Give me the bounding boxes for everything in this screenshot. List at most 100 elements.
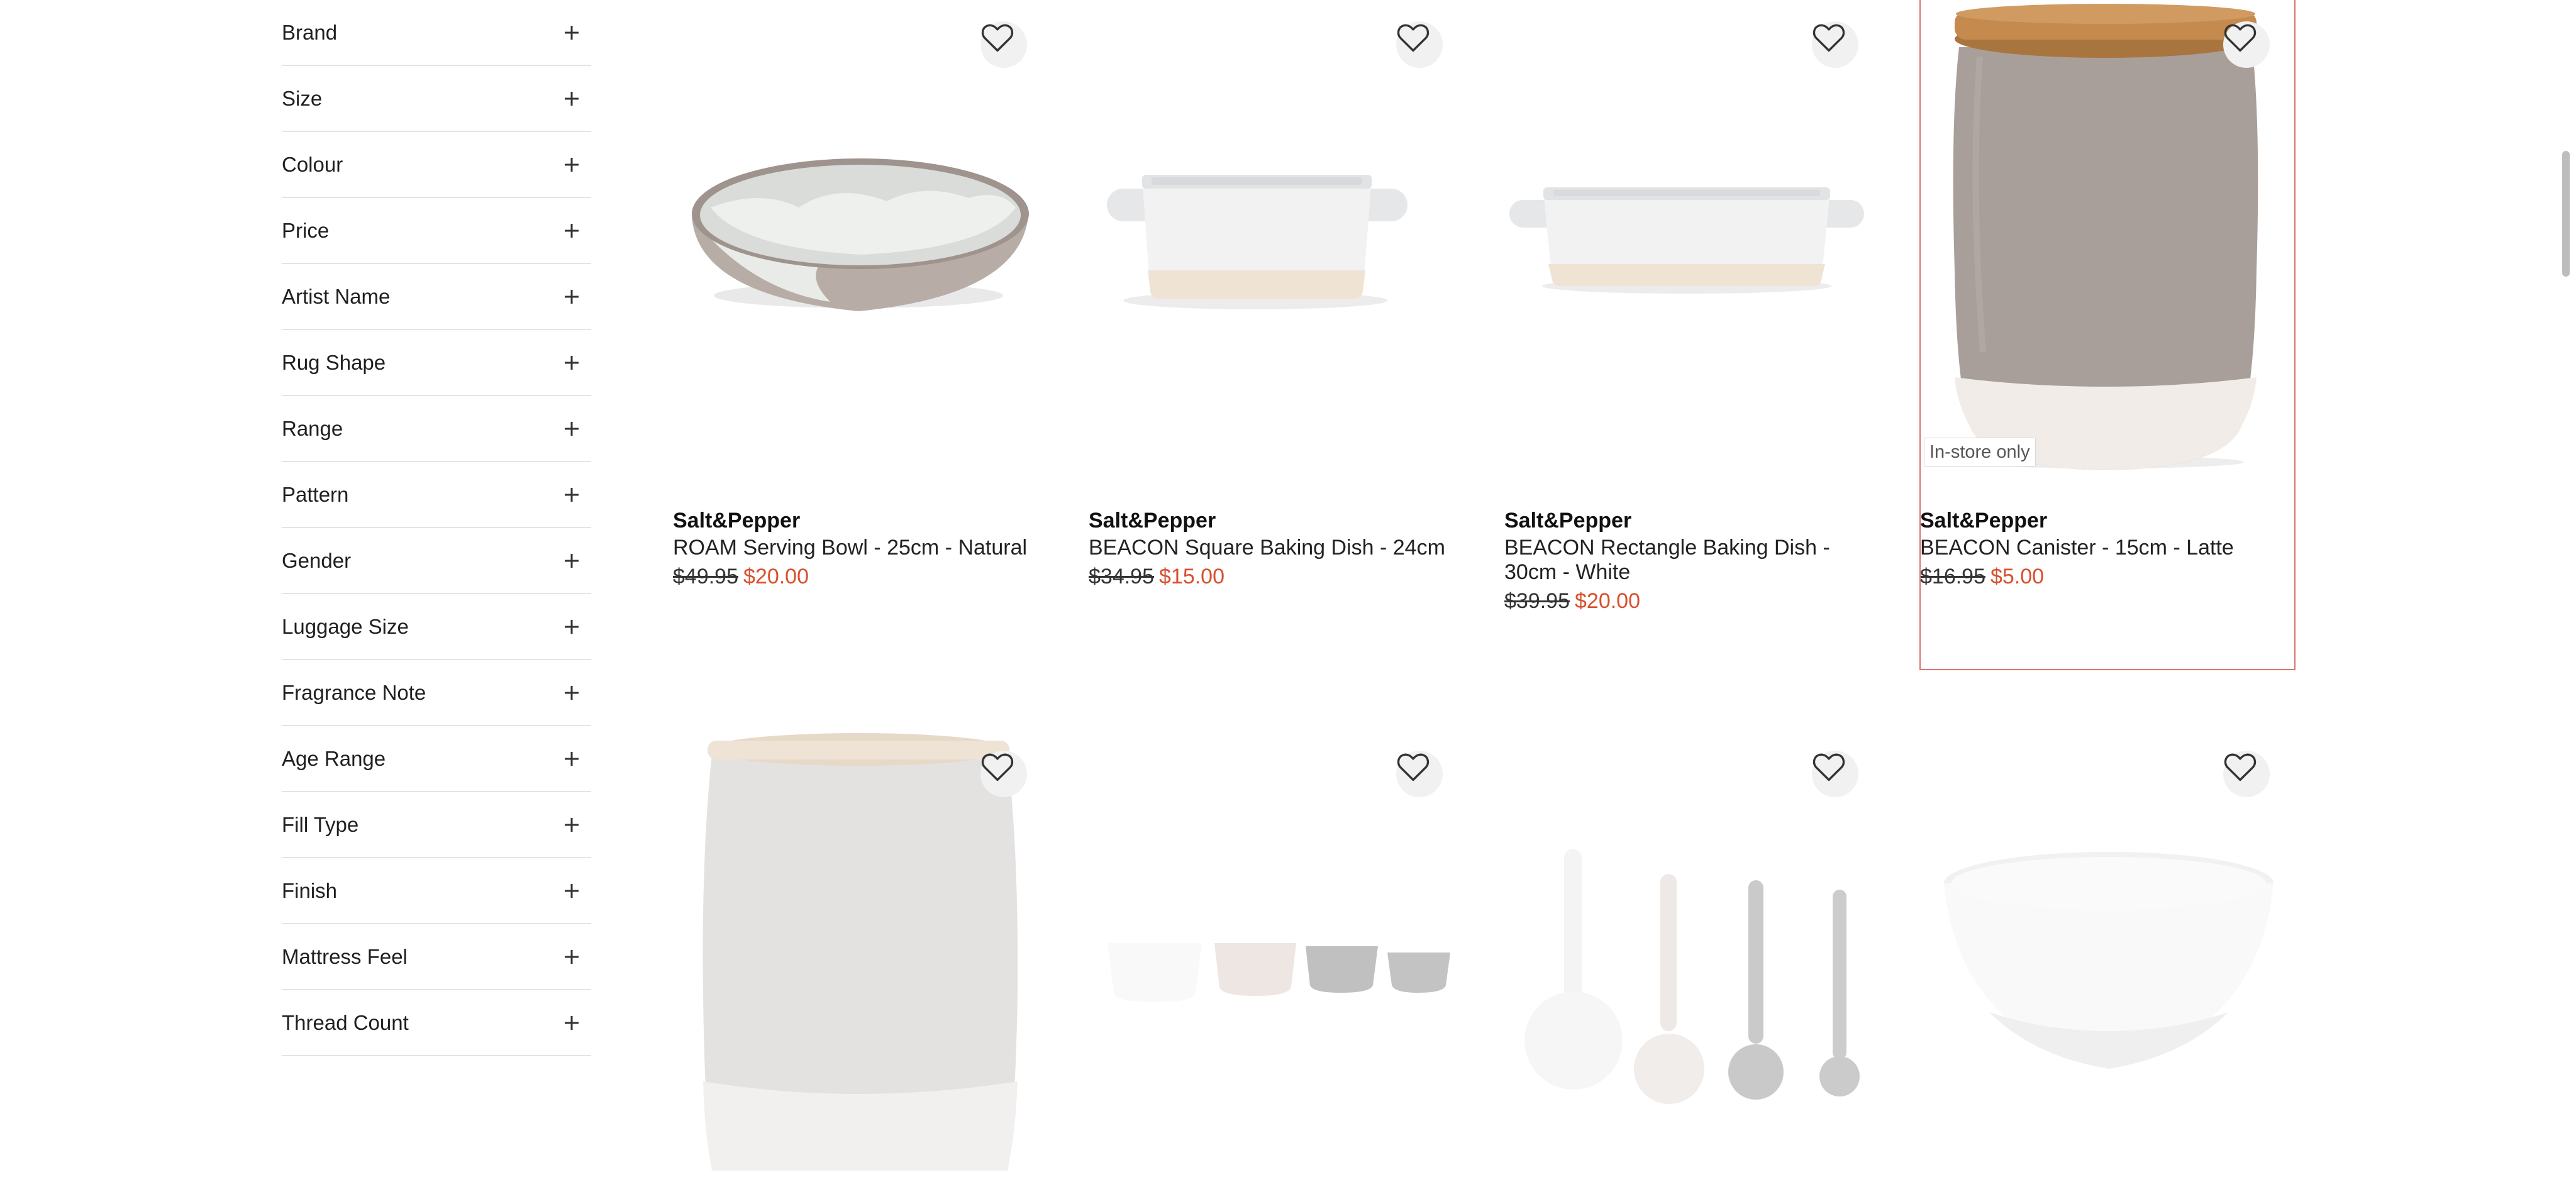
plus-icon: [564, 25, 580, 41]
filter-thread-count[interactable]: Thread Count: [282, 990, 591, 1056]
plus-icon: [564, 1015, 580, 1031]
product-info: Salt&Pepper ROAM Serving Bowl - 25cm - N…: [673, 508, 1044, 589]
filter-size[interactable]: Size: [282, 66, 591, 132]
heart-icon: [2224, 24, 2257, 52]
plus-icon: [564, 685, 580, 701]
filter-label: Gender: [282, 548, 352, 572]
sale-price: $5.00: [1990, 565, 2045, 588]
serving-bowl-image: [692, 158, 1029, 311]
filter-pattern[interactable]: Pattern: [282, 462, 591, 528]
filter-brand[interactable]: Brand: [282, 0, 591, 66]
filter-label: Mattress Feel: [282, 944, 408, 968]
filter-label: Artist Name: [282, 284, 391, 308]
plus-icon: [564, 751, 580, 767]
filter-mattress-feel[interactable]: Mattress Feel: [282, 924, 591, 990]
product-brand: Salt&Pepper: [1089, 509, 1216, 533]
filter-label: Range: [282, 416, 343, 440]
plus-icon: [564, 157, 580, 173]
original-price: $16.95: [1920, 565, 1985, 588]
filter-label: Size: [282, 86, 323, 110]
heart-icon: [1397, 24, 1430, 52]
sale-price: $20.00: [743, 565, 809, 588]
product-image[interactable]: [673, 729, 1053, 1204]
wishlist-button[interactable]: [1396, 751, 1443, 797]
filter-luggage-size[interactable]: Luggage Size: [282, 594, 591, 660]
filter-label: Finish: [282, 878, 338, 902]
plus-icon: [564, 421, 580, 437]
plus-icon: [564, 289, 580, 305]
plus-icon: [564, 949, 580, 965]
wishlist-button[interactable]: [980, 21, 1027, 68]
square-baking-dish-image: [1107, 175, 1407, 309]
product-name[interactable]: BEACON Canister - 15cm - Latte: [1920, 536, 2291, 560]
wishlist-button[interactable]: [2223, 21, 2270, 68]
product-brand: Salt&Pepper: [673, 509, 801, 533]
product-image[interactable]: [1504, 729, 1885, 1204]
product-info: Salt&Pepper BEACON Square Baking Dish - …: [1089, 508, 1460, 589]
filter-fill-type[interactable]: Fill Type: [282, 792, 591, 858]
product-info: Salt&Pepper BEACON Rectangle Baking Dish…: [1504, 508, 1875, 614]
filter-artist-name[interactable]: Artist Name: [282, 264, 591, 330]
filter-label: Brand: [282, 20, 338, 44]
filter-label: Luggage Size: [282, 614, 409, 638]
product-brand: Salt&Pepper: [1504, 509, 1632, 533]
plus-icon: [564, 817, 580, 833]
filter-finish[interactable]: Finish: [282, 858, 591, 924]
plus-icon: [564, 487, 580, 503]
product-name[interactable]: BEACON Square Baking Dish - 24cm: [1089, 536, 1460, 560]
rectangle-baking-dish-image: [1509, 187, 1864, 294]
plus-icon: [564, 883, 580, 899]
wishlist-button[interactable]: [1812, 751, 1858, 797]
canister-image: [1953, 4, 2258, 470]
filter-gender[interactable]: Gender: [282, 528, 591, 594]
product-price: $34.95 $15.00: [1089, 564, 1460, 589]
plus-icon: [564, 619, 580, 635]
product-name[interactable]: ROAM Serving Bowl - 25cm - Natural: [673, 536, 1044, 560]
plus-icon: [564, 223, 580, 239]
filter-label: Price: [282, 218, 330, 242]
wishlist-button[interactable]: [2223, 751, 2270, 797]
filter-label: Thread Count: [282, 1010, 409, 1034]
filter-label: Fill Type: [282, 812, 359, 836]
heart-icon: [1813, 24, 1845, 52]
heart-icon: [1397, 753, 1430, 781]
product-price: $39.95 $20.00: [1504, 588, 1875, 614]
wishlist-button[interactable]: [980, 751, 1027, 797]
plus-icon: [564, 553, 580, 569]
wishlist-button[interactable]: [1396, 21, 1443, 68]
product-name[interactable]: BEACON Rectangle Baking Dish - 30cm - Wh…: [1504, 536, 1875, 585]
sale-price: $20.00: [1575, 589, 1640, 613]
product-image[interactable]: In-store only: [1920, 0, 2301, 475]
heart-icon: [2224, 753, 2257, 781]
heart-icon: [981, 753, 1014, 781]
filter-label: Colour: [282, 152, 343, 176]
product-image[interactable]: [1920, 729, 2301, 1204]
plus-icon: [564, 355, 580, 371]
heart-icon: [981, 24, 1014, 52]
product-price: $49.95 $20.00: [673, 564, 1044, 589]
product-info: Salt&Pepper BEACON Canister - 15cm - Lat…: [1920, 508, 2291, 589]
filter-fragrance-note[interactable]: Fragrance Note: [282, 660, 591, 726]
filter-range[interactable]: Range: [282, 396, 591, 462]
original-price: $39.95: [1504, 589, 1570, 613]
filter-label: Pattern: [282, 482, 349, 506]
product-image[interactable]: [1089, 729, 1469, 1204]
filter-sidebar: Brand Size Colour Price Artist Name Rug …: [282, 0, 591, 1056]
product-image[interactable]: [1504, 0, 1885, 475]
filter-age-range[interactable]: Age Range: [282, 726, 591, 792]
filter-label: Rug Shape: [282, 350, 386, 374]
product-brand: Salt&Pepper: [1920, 509, 2048, 533]
filter-label: Age Range: [282, 746, 386, 770]
plus-icon: [564, 91, 580, 107]
wishlist-button[interactable]: [1812, 21, 1858, 68]
filter-colour[interactable]: Colour: [282, 132, 591, 198]
product-price: $16.95 $5.00: [1920, 564, 2291, 589]
filter-label: Fragrance Note: [282, 680, 426, 704]
original-price: $49.95: [673, 565, 738, 588]
product-image[interactable]: [673, 0, 1053, 475]
product-image[interactable]: [1089, 0, 1469, 475]
original-price: $34.95: [1089, 565, 1154, 588]
filter-rug-shape[interactable]: Rug Shape: [282, 330, 591, 396]
filter-price[interactable]: Price: [282, 198, 591, 264]
page-scrollbar[interactable]: [2562, 151, 2570, 277]
